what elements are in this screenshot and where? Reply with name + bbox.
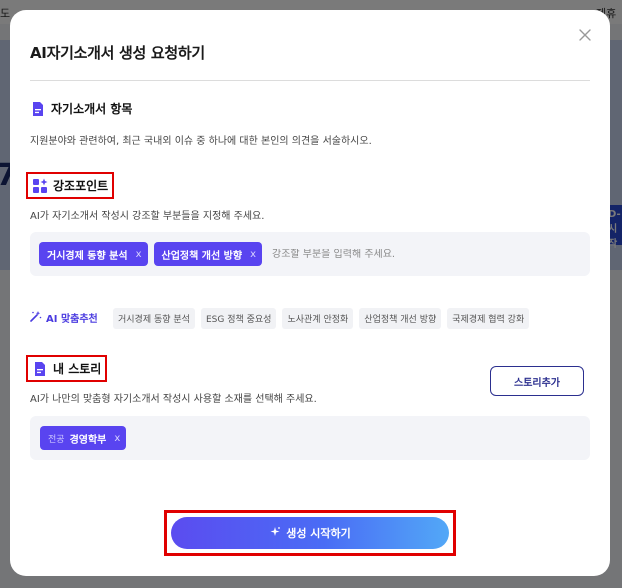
section-emphasis-heading: 강조포인트	[26, 172, 115, 199]
story-tag-box: 전공 경영학부 x	[30, 416, 590, 460]
section-story-description: AI가 나만의 맞춤형 자기소개서 작성시 사용할 소재를 선택해 주세요.	[30, 394, 317, 405]
generate-button-highlight: 생성 시작하기	[164, 510, 456, 556]
section-item-description: 지원분야와 관련하여, 최근 국내외 이슈 중 하나에 대한 본인의 의견을 서…	[30, 136, 372, 147]
title-divider	[30, 80, 590, 81]
section-emphasis-title: 강조포인트	[53, 179, 109, 193]
section-emphasis-description: AI가 자기소개서 작성시 강조할 부분들을 지정해 주세요.	[30, 211, 265, 222]
generate-button-label: 생성 시작하기	[286, 527, 351, 540]
recommend-chip[interactable]: 산업정책 개선 방향	[359, 308, 442, 329]
recommend-chip[interactable]: 국제경제 협력 강화	[447, 308, 530, 329]
grid-sparkle-icon	[32, 178, 48, 194]
story-chip-prefix: 전공	[48, 434, 65, 445]
remove-chip-icon[interactable]: x	[136, 249, 142, 260]
ai-recommend-label: AI 맞춤추천	[30, 310, 98, 325]
emphasis-input[interactable]	[272, 248, 432, 260]
story-chip-label: 경영학부	[69, 434, 107, 446]
generate-button[interactable]: 생성 시작하기	[171, 517, 449, 549]
sparkle-icon	[269, 526, 281, 541]
section-item-title: 자기소개서 항목	[51, 102, 133, 116]
magic-wand-icon	[30, 310, 42, 325]
close-icon[interactable]	[576, 26, 594, 44]
recommend-chip[interactable]: ESG 정책 중요성	[200, 308, 277, 329]
emphasis-tag-box[interactable]: 거시경제 동향 분석 x 산업정책 개선 방향 x	[30, 232, 590, 276]
remove-chip-icon[interactable]: x	[114, 433, 120, 444]
recommend-chip[interactable]: 거시경제 동향 분석	[113, 308, 195, 329]
story-chip[interactable]: 전공 경영학부 x	[40, 426, 127, 450]
emphasis-chip[interactable]: 거시경제 동향 분석 x	[39, 242, 148, 266]
document-icon	[30, 101, 46, 117]
document-icon	[32, 361, 48, 377]
remove-chip-icon[interactable]: x	[250, 249, 256, 260]
add-story-button[interactable]: 스토리추가	[490, 366, 584, 396]
emphasis-chip[interactable]: 산업정책 개선 방향 x	[153, 242, 262, 266]
section-item-heading: 자기소개서 항목	[30, 100, 132, 117]
ai-recommend-list: 거시경제 동향 분석 ESG 정책 중요성 노사관계 안정화 산업정책 개선 방…	[113, 308, 530, 329]
section-story-title: 내 스토리	[53, 362, 102, 376]
ai-cover-letter-modal: AI자기소개서 생성 요청하기 자기소개서 항목 지원분야와 관련하여, 최근 …	[10, 10, 610, 576]
modal-title: AI자기소개서 생성 요청하기	[30, 44, 205, 62]
section-story-heading: 내 스토리	[26, 355, 108, 382]
recommend-chip[interactable]: 노사관계 안정화	[282, 308, 354, 329]
